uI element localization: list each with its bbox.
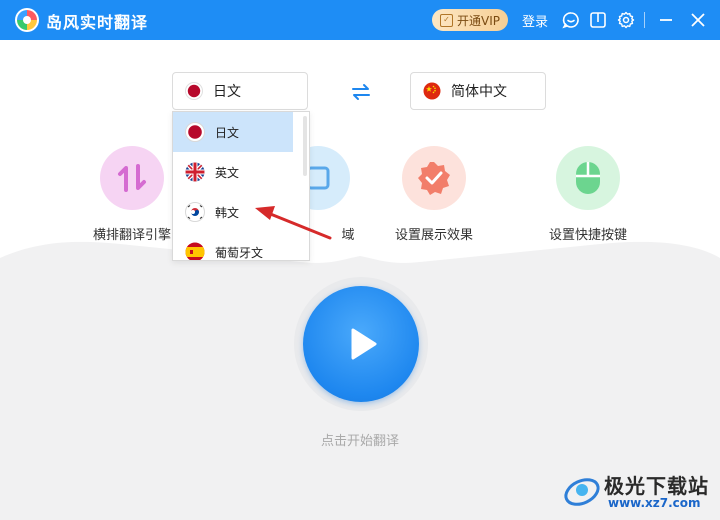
dropdown-item-portuguese[interactable]: 葡萄牙文 bbox=[173, 232, 309, 260]
dropdown-item-english[interactable]: 英文 bbox=[173, 152, 309, 192]
portugal-flag-icon bbox=[185, 242, 205, 260]
play-icon bbox=[351, 328, 377, 360]
uk-flag-icon bbox=[185, 162, 205, 182]
title-bar: 岛风实时翻译 ✓ 开通VIP 登录 bbox=[0, 0, 720, 40]
swap-vertical-icon bbox=[118, 164, 146, 192]
watermark-logo-icon bbox=[564, 478, 600, 506]
target-language-label: 简体中文 bbox=[451, 84, 507, 100]
gear-icon[interactable] bbox=[617, 11, 635, 29]
swap-languages-icon[interactable] bbox=[350, 82, 372, 102]
titlebar-divider bbox=[644, 12, 645, 28]
dropdown-item-label: 葡萄牙文 bbox=[215, 245, 264, 260]
mouse-icon bbox=[576, 162, 600, 194]
feature-hotkey[interactable]: 设置快捷按键 bbox=[528, 146, 648, 243]
feature-display-label: 设置展示效果 bbox=[394, 228, 473, 243]
vip-button[interactable]: ✓ 开通VIP bbox=[432, 9, 508, 31]
korea-flag-icon bbox=[185, 202, 205, 222]
login-button[interactable]: 登录 bbox=[522, 11, 548, 30]
vip-crown-icon: ✓ bbox=[440, 13, 453, 27]
japan-flag-icon bbox=[185, 82, 203, 100]
feature-hotkey-circle bbox=[556, 146, 620, 210]
play-button-ring bbox=[294, 277, 428, 411]
feature-hotkey-label: 设置快捷按键 bbox=[548, 228, 627, 243]
app-logo-icon bbox=[15, 8, 39, 32]
start-translate-label: 点击开始翻译 bbox=[320, 434, 399, 449]
app-title: 岛风实时翻译 bbox=[46, 13, 149, 32]
watermark-url: www.xz7.com bbox=[608, 496, 701, 510]
vip-label: 开通VIP bbox=[457, 13, 500, 28]
dropdown-scrollbar[interactable] bbox=[303, 116, 307, 176]
minimize-icon[interactable] bbox=[657, 11, 675, 29]
feature-engine-circle bbox=[100, 146, 164, 210]
badge-check-icon bbox=[418, 162, 450, 195]
dropdown-item-label: 英文 bbox=[215, 165, 240, 180]
start-translate-button[interactable] bbox=[303, 286, 419, 402]
close-icon[interactable] bbox=[689, 11, 707, 29]
dropdown-item-label: 韩文 bbox=[215, 205, 240, 220]
japan-flag-icon bbox=[185, 122, 205, 142]
dropdown-item-korean[interactable]: 韩文 bbox=[173, 192, 309, 232]
language-dropdown: 日文 英文 韩文 葡萄牙文 bbox=[172, 111, 310, 261]
watermark: 极光下载站 www.xz7.com bbox=[562, 468, 712, 514]
feature-display-effect[interactable]: 设置展示效果 bbox=[374, 146, 494, 243]
dropdown-item-label: 日文 bbox=[215, 125, 240, 140]
source-language-select[interactable]: 日文 bbox=[172, 72, 308, 110]
target-language-select[interactable]: 简体中文 bbox=[410, 72, 546, 110]
china-flag-icon bbox=[423, 82, 441, 100]
watermark-name: 极光下载站 bbox=[604, 474, 709, 498]
source-language-label: 日文 bbox=[213, 84, 241, 100]
book-icon[interactable] bbox=[589, 11, 607, 29]
dropdown-item-japanese[interactable]: 日文 bbox=[173, 112, 293, 152]
feature-display-circle bbox=[402, 146, 466, 210]
chat-icon[interactable] bbox=[562, 11, 580, 29]
